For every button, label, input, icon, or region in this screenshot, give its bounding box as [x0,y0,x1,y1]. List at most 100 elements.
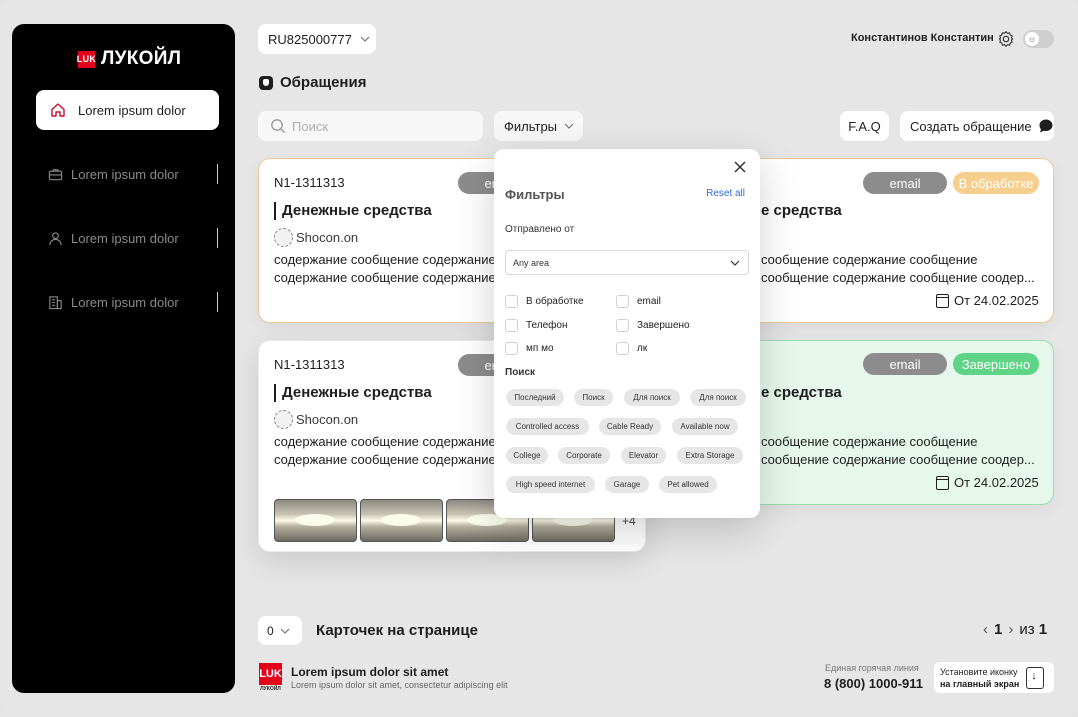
page-of-text: из [1019,621,1035,638]
filter-check-done[interactable]: Завершено [616,319,690,332]
calendar-icon [936,293,949,308]
filter-chip[interactable]: College [506,447,548,464]
area-select-value: Any area [513,257,550,268]
install-icon-button[interactable]: Установите иконку на главный экран [934,662,1054,693]
request-body-line: сообщение содержание сообщение соодер... [761,452,1035,467]
gear-icon[interactable] [997,30,1015,48]
filters-button-label: Фильтры [504,118,558,134]
checkbox[interactable] [616,295,629,308]
photo-thumbnail[interactable] [360,499,443,542]
sidebar-item-requests[interactable]: Lorem ipsum dolor [48,162,218,186]
current-page: 1 [994,621,1003,638]
brand-mark-icon: LUK [259,663,282,685]
chevron-down-icon [564,123,574,129]
sidebar-divider [217,228,218,248]
checkbox[interactable] [616,342,629,355]
user-name[interactable]: Константинов Константин [851,32,994,44]
chevron-left-icon[interactable]: ‹ [983,621,988,638]
create-request-button[interactable]: Создать обращение [900,111,1054,141]
request-body: сообщение содержание сообщение сообщение… [761,251,1041,287]
filter-check-label: мп мо [526,343,554,354]
install-line-bold: на главный экран [940,678,1020,689]
close-icon[interactable] [733,160,747,174]
sidebar-item-profile[interactable]: Lorem ipsum dolor [48,226,218,250]
chevron-right-icon[interactable]: › [1008,621,1013,638]
install-text: Установите иконку на главный экран [940,666,1019,690]
footer-logo: LUK ЛУКОЙЛ [259,663,282,693]
filter-chip[interactable]: Extra Storage [677,447,743,464]
filter-chip[interactable]: Поиск [574,389,613,406]
request-body-line: содержание сообщение содержание сообщени… [274,270,494,285]
brand-logo[interactable]: LUK ЛУКОЙЛ [77,48,182,70]
install-line: Установите иконку [940,666,1018,677]
filter-check-processing[interactable]: В обработке [505,295,584,308]
filter-check-lk[interactable]: лк [616,342,647,355]
page-title: Обращения [259,74,366,91]
request-title: Денежные средства [274,384,432,402]
theme-toggle[interactable]: ☼ [1023,30,1054,48]
reset-all-link[interactable]: Reset all [706,188,745,199]
filter-chip[interactable]: Для поиск [624,389,680,406]
filter-chip[interactable]: Garage [605,476,649,493]
sidebar: LUK ЛУКОЙЛ Lorem ipsum dolor Lorem ipsum… [12,24,235,693]
filters-button[interactable]: Фильтры [494,111,583,141]
filter-chip[interactable]: Для поиск [690,389,746,406]
pagination: ‹ 1 › из 1 [983,621,1047,638]
chevron-down-icon [730,260,740,266]
search-input[interactable] [292,118,472,134]
hotline-label: Единая горячая линия [825,663,919,673]
account-select[interactable]: RU825000777 [258,24,376,54]
checkbox[interactable] [505,295,518,308]
filter-check-phone[interactable]: Телефон [505,319,567,332]
org-avatar-icon [274,228,293,247]
filter-check-email[interactable]: email [616,295,661,308]
area-select[interactable]: Any area [505,250,749,275]
filter-chip[interactable]: Pet allowed [659,476,717,493]
checkbox[interactable] [616,319,629,332]
request-body: содержание сообщение содержание сообщени… [274,433,494,469]
filter-check-label: лк [637,343,648,354]
hotline-number[interactable]: 8 (800) 1000-911 [824,676,923,691]
sidebar-item-home[interactable]: Lorem ipsum dolor [36,90,219,130]
filter-chip[interactable]: Последний [506,389,564,406]
filter-chip[interactable]: Corporate [558,447,610,464]
per-page-value: 0 [267,623,274,638]
request-date: От 24.02.2025 [936,475,1039,490]
filter-check-label: Завершено [637,320,690,331]
checkbox[interactable] [505,342,518,355]
photo-thumbnail[interactable] [274,499,357,542]
filter-chip[interactable]: Controlled access [506,418,589,435]
request-number: N1-1311313 [274,175,345,190]
sidebar-item-company[interactable]: Lorem ipsum dolor [48,290,218,314]
request-title: Денежные средства [274,202,432,220]
sidebar-item-label: Lorem ipsum dolor [71,230,179,246]
brand-name: ЛУКОЙЛ [101,48,182,69]
create-request-label: Создать обращение [910,118,1032,134]
request-number: N1-1311313 [274,357,345,372]
request-body-line: сообщение содержание сообщение соодер... [761,270,1035,285]
filter-check-mp-mo[interactable]: мп мо [505,342,554,355]
org-name: Shocon.on [296,412,359,427]
brand-mark-icon: LUK [77,50,96,68]
sidebar-item-label: Lorem ipsum dolor [78,102,186,118]
filter-chip[interactable]: High speed internet [506,476,595,493]
request-body-line: содержание сообщение содержание сообщени… [274,252,494,267]
sun-icon: ☼ [1025,32,1039,46]
filter-chip[interactable]: Cable Ready [599,418,661,435]
download-icon [1026,666,1045,689]
request-title: е средства [761,202,842,219]
user-icon [49,231,62,245]
status-badge: Завершено [953,353,1039,375]
per-page-select[interactable]: 0 [258,616,302,645]
home-icon [51,103,65,117]
faq-button[interactable]: F.A.Q [840,111,889,141]
filter-chip[interactable]: Elevator [621,447,666,464]
checkbox[interactable] [505,319,518,332]
channel-badge: email [863,353,947,375]
filters-popup-title: Фильтры [505,187,565,202]
filter-chip[interactable]: Available now [672,418,738,435]
request-date: От 24.02.2025 [936,293,1039,308]
account-number: RU825000777 [268,31,352,47]
sidebar-divider [217,164,218,184]
chevron-down-icon [280,628,290,634]
